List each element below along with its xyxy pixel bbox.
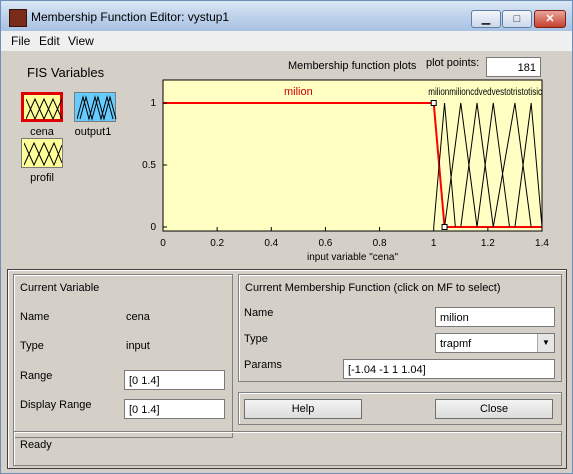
maximize-icon: □ xyxy=(513,13,521,25)
xtick-label: 0.2 xyxy=(210,238,224,249)
current-mf-heading: Current Membership Function (click on MF… xyxy=(245,282,501,294)
plot-points-input[interactable]: 181 xyxy=(486,57,541,77)
x-axis-label: input variable "cena" xyxy=(307,252,398,263)
mf-name-input[interactable]: milion xyxy=(435,307,555,327)
fis-variable-cena[interactable] xyxy=(21,92,63,122)
xtick-label: 1.2 xyxy=(481,238,495,249)
xtick-label: 0.6 xyxy=(318,238,332,249)
minimize-icon: ▁ xyxy=(481,13,491,25)
range-input[interactable]: [0 1.4] xyxy=(124,370,225,390)
membership-function-plot[interactable]: 1 0.5 00 0.2 0.4 0.6 0.8 1 1.2 1.4 input variable … xyxy=(141,77,561,267)
plot-points-label: plot points: xyxy=(426,57,480,69)
chevron-down-icon[interactable]: ▼ xyxy=(537,334,554,352)
variable-type-label: Type xyxy=(20,340,44,352)
mf-type-value: trapmf xyxy=(440,338,472,350)
ytick-label: 0.5 xyxy=(142,160,156,171)
display-range-label: Display Range xyxy=(20,399,92,411)
fis-variable-output1[interactable] xyxy=(74,92,117,122)
menu-file[interactable]: File xyxy=(11,34,30,48)
mf-labels-overlap: milionmilioncdvedvestotristotisic xyxy=(428,87,542,98)
variable-name-value: cena xyxy=(126,311,150,323)
close-button[interactable]: Close xyxy=(435,399,553,419)
current-mf-panel: Current Membership Function (click on MF… xyxy=(238,274,562,382)
mf-triangles-icon xyxy=(77,95,117,121)
mf-triangles-icon xyxy=(24,141,62,167)
mf-editor-window: Membership Function Editor: vystup1 ▁ □ … xyxy=(0,0,573,474)
mf-vertex-handle-0[interactable] xyxy=(430,100,437,106)
xtick-label: 1 xyxy=(431,238,437,249)
current-variable-heading: Current Variable xyxy=(20,282,100,294)
buttons-panel: Help Close xyxy=(238,392,562,425)
close-icon: ✕ xyxy=(545,13,555,25)
help-button[interactable]: Help xyxy=(244,399,362,419)
minimize-button[interactable]: ▁ xyxy=(471,10,501,28)
xtick-label: 0.8 xyxy=(373,238,387,249)
params-input[interactable]: [-1.04 -1 1 1.04] xyxy=(343,359,555,379)
menu-bar: File Edit View xyxy=(1,31,572,51)
mf-vertex-handle-1[interactable] xyxy=(441,224,448,230)
xtick-label: 0.4 xyxy=(264,238,278,249)
xtick-label: 1.4 xyxy=(535,238,549,249)
fis-variables-heading: FIS Variables xyxy=(27,65,105,80)
client-area: FIS Variables cena output1 profil Member… xyxy=(1,51,572,473)
close-window-button[interactable]: ✕ xyxy=(534,10,566,28)
window-title: Membership Function Editor: vystup1 xyxy=(31,10,230,24)
fis-variable-profil[interactable] xyxy=(21,138,63,168)
xtick-label: 0 xyxy=(160,238,166,249)
selected-mf-label: milion xyxy=(284,86,313,98)
plot-title: Membership function plots xyxy=(288,60,417,72)
variable-name-label: Name xyxy=(20,311,50,323)
mf-type-label: Type xyxy=(244,333,268,345)
ytick-label: 1 xyxy=(150,98,156,109)
status-text: Ready xyxy=(20,439,52,451)
range-label: Range xyxy=(20,370,53,382)
title-bar: Membership Function Editor: vystup1 ▁ □ … xyxy=(1,1,572,31)
status-panel: Ready xyxy=(13,431,562,466)
menu-view[interactable]: View xyxy=(68,34,94,48)
fis-variable-label-profil: profil xyxy=(30,172,54,184)
menu-edit[interactable]: Edit xyxy=(39,34,60,48)
fis-variable-label-output1: output1 xyxy=(74,126,112,138)
matlab-app-icon xyxy=(9,9,27,27)
current-variable-panel: Current Variable Name cena Type input Ra… xyxy=(13,274,233,438)
maximize-button[interactable]: □ xyxy=(502,10,532,28)
params-label: Params xyxy=(244,359,282,371)
variable-type-value: input xyxy=(126,340,150,352)
mf-type-select[interactable]: trapmf ▼ xyxy=(435,333,555,353)
ytick-label: 0 xyxy=(150,222,156,233)
mf-triangles-icon xyxy=(26,97,62,121)
display-range-input[interactable]: [0 1.4] xyxy=(124,399,225,419)
mf-name-label: Name xyxy=(244,307,274,319)
